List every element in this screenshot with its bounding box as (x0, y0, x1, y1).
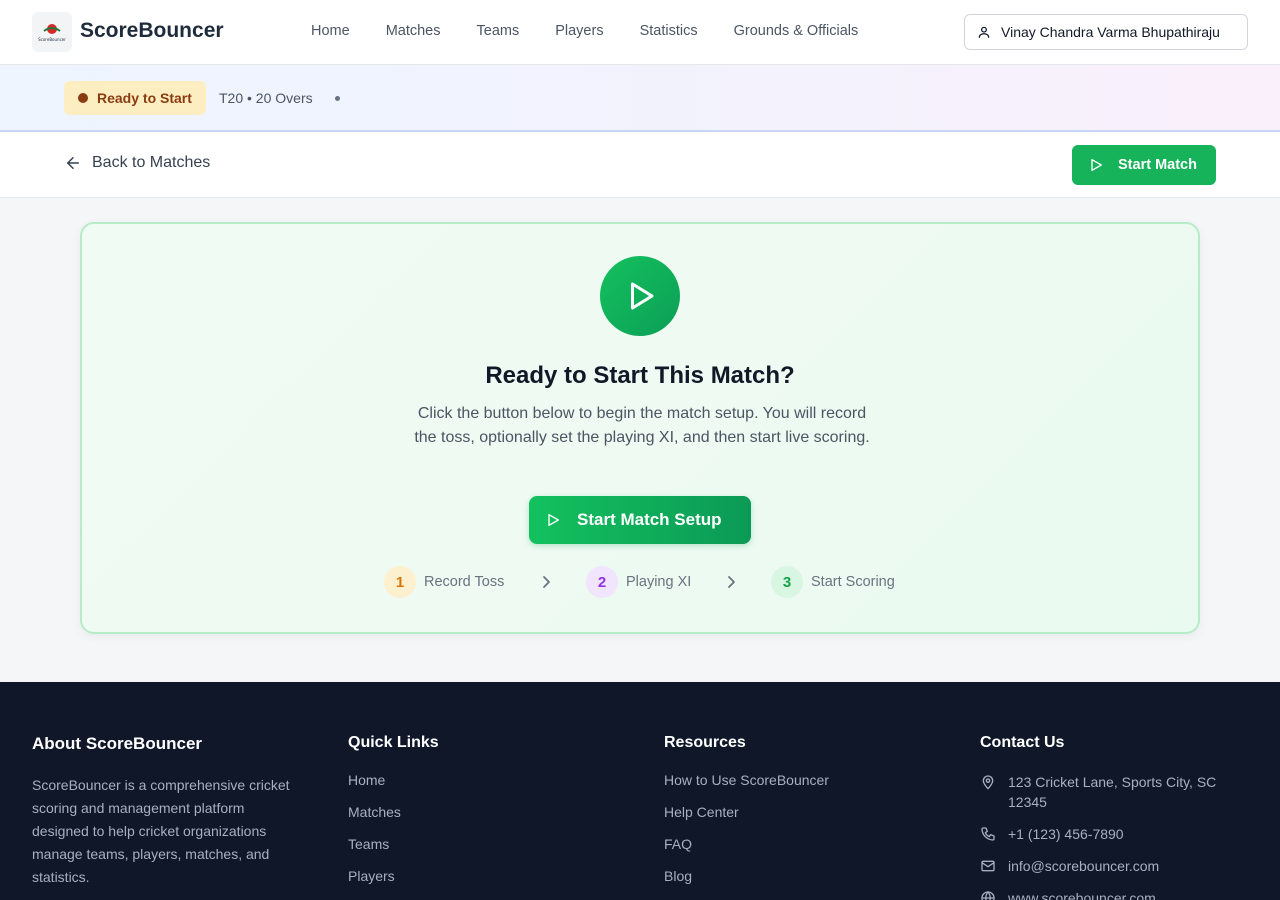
brand-name[interactable]: ScoreBouncer (80, 19, 224, 43)
card-description: Click the button below to begin the matc… (414, 405, 870, 446)
start-match-label: Start Match (1118, 157, 1197, 173)
step-playing-xi: 2 Playing XI (586, 566, 691, 598)
footer-quick-links-list: Home Matches Teams Players (348, 772, 401, 900)
footer-contact: Contact Us (980, 734, 1064, 752)
match-format: T20 • 20 Overs (219, 90, 313, 106)
arrow-left-icon (67, 157, 79, 169)
play-icon (548, 514, 559, 526)
footer-about-text: ScoreBouncer is a comprehensive cricket … (32, 777, 290, 885)
footer-quick-links-title: Quick Links (348, 734, 439, 751)
contact-email: info@scorebouncer.com (980, 856, 1250, 876)
contact-address: 123 Cricket Lane, Sports City, SC 12345 (980, 772, 1250, 812)
step-start-scoring: 3 Start Scoring (771, 566, 895, 598)
start-match-button[interactable]: Start Match (1072, 145, 1216, 185)
play-icon (631, 282, 654, 310)
site-footer: About ScoreBouncer ScoreBouncer is a com… (0, 682, 1280, 900)
step-label: Playing XI (626, 574, 692, 590)
match-status-strip: Ready to Start T20 • 20 Overs (0, 65, 1280, 132)
step-number: 3 (771, 566, 803, 598)
contact-website: www.scorebouncer.com (980, 888, 1250, 900)
step-number: 1 (384, 566, 416, 598)
footer-link-players[interactable]: Players (348, 868, 401, 900)
footer-resources: Resources (664, 734, 746, 752)
start-match-setup-button[interactable]: Start Match Setup (529, 496, 751, 544)
nav-statistics[interactable]: Statistics (640, 23, 698, 39)
status-badge: Ready to Start (64, 81, 206, 115)
footer-link-blog[interactable]: Blog (664, 868, 829, 900)
footer-resources-title: Resources (664, 734, 746, 751)
footer-quick-links: Quick Links (348, 734, 439, 752)
footer-link-matches[interactable]: Matches (348, 804, 401, 836)
footer-link-teams[interactable]: Teams (348, 836, 401, 868)
nav-matches[interactable]: Matches (386, 23, 441, 39)
contact-phone-text[interactable]: +1 (123) 456-7890 (1008, 824, 1124, 844)
main-nav: Home Matches Teams Players Statistics Gr… (311, 23, 894, 39)
contact-email-text[interactable]: info@scorebouncer.com (1008, 856, 1159, 876)
contact-address-text: 123 Cricket Lane, Sports City, SC 12345 (1008, 774, 1217, 810)
nav-teams[interactable]: Teams (477, 23, 520, 39)
footer-contact-list: 123 Cricket Lane, Sports City, SC 12345 … (980, 772, 1250, 900)
action-bar: Back to Matches Start Match (0, 132, 1280, 198)
logo-text: ScoreBouncer (38, 37, 66, 42)
footer-about-title: About ScoreBouncer (32, 734, 203, 753)
chevron-right-icon (728, 576, 735, 588)
step-record-toss: 1 Record Toss (384, 566, 504, 598)
map-pin-icon (982, 775, 994, 790)
separator-dot-icon (335, 96, 340, 101)
start-match-setup-label: Start Match Setup (577, 510, 722, 529)
contact-phone: +1 (123) 456-7890 (980, 824, 1250, 844)
footer-contact-title: Contact Us (980, 734, 1065, 751)
nav-players[interactable]: Players (555, 23, 603, 39)
card-title: Ready to Start This Match? (485, 362, 795, 389)
chevron-right-icon (543, 576, 550, 588)
start-match-card: Ready to Start This Match? Click the but… (80, 222, 1200, 634)
cricket-ball-logo-icon: ScoreBouncer (38, 24, 66, 42)
footer-link-help-center[interactable]: Help Center (664, 804, 829, 836)
nav-home[interactable]: Home (311, 23, 350, 39)
brand-logo[interactable]: ScoreBouncer (32, 12, 72, 52)
user-icon (978, 26, 990, 38)
back-to-matches-link[interactable]: Back to Matches (64, 154, 210, 172)
status-dot-icon (78, 93, 88, 103)
globe-icon (981, 891, 995, 900)
step-label: Record Toss (424, 574, 505, 590)
step-label: Start Scoring (811, 574, 895, 590)
play-icon (1091, 159, 1102, 171)
mail-icon (981, 860, 995, 872)
footer-link-how-to-use[interactable]: How to Use ScoreBouncer (664, 772, 829, 804)
user-name: Vinay Chandra Varma Bhupathiraju (1001, 24, 1220, 40)
status-badge-label: Ready to Start (97, 90, 192, 106)
step-number: 2 (586, 566, 618, 598)
phone-icon (981, 827, 995, 841)
user-menu-button[interactable]: Vinay Chandra Varma Bhupathiraju (964, 14, 1248, 50)
setup-steps: 1 Record Toss 2 Playing XI 3 Start Scori… (82, 566, 1198, 600)
play-circle-icon (600, 256, 680, 336)
footer-link-home[interactable]: Home (348, 772, 401, 804)
back-label: Back to Matches (92, 154, 211, 171)
footer-link-faq[interactable]: FAQ (664, 836, 829, 868)
contact-website-text[interactable]: www.scorebouncer.com (1008, 888, 1156, 900)
top-header: ScoreBouncer ScoreBouncer Home Matches T… (0, 0, 1280, 65)
footer-resources-list: How to Use ScoreBouncer Help Center FAQ … (664, 772, 829, 900)
nav-grounds-officials[interactable]: Grounds & Officials (734, 23, 859, 39)
footer-about: About ScoreBouncer (32, 734, 202, 754)
